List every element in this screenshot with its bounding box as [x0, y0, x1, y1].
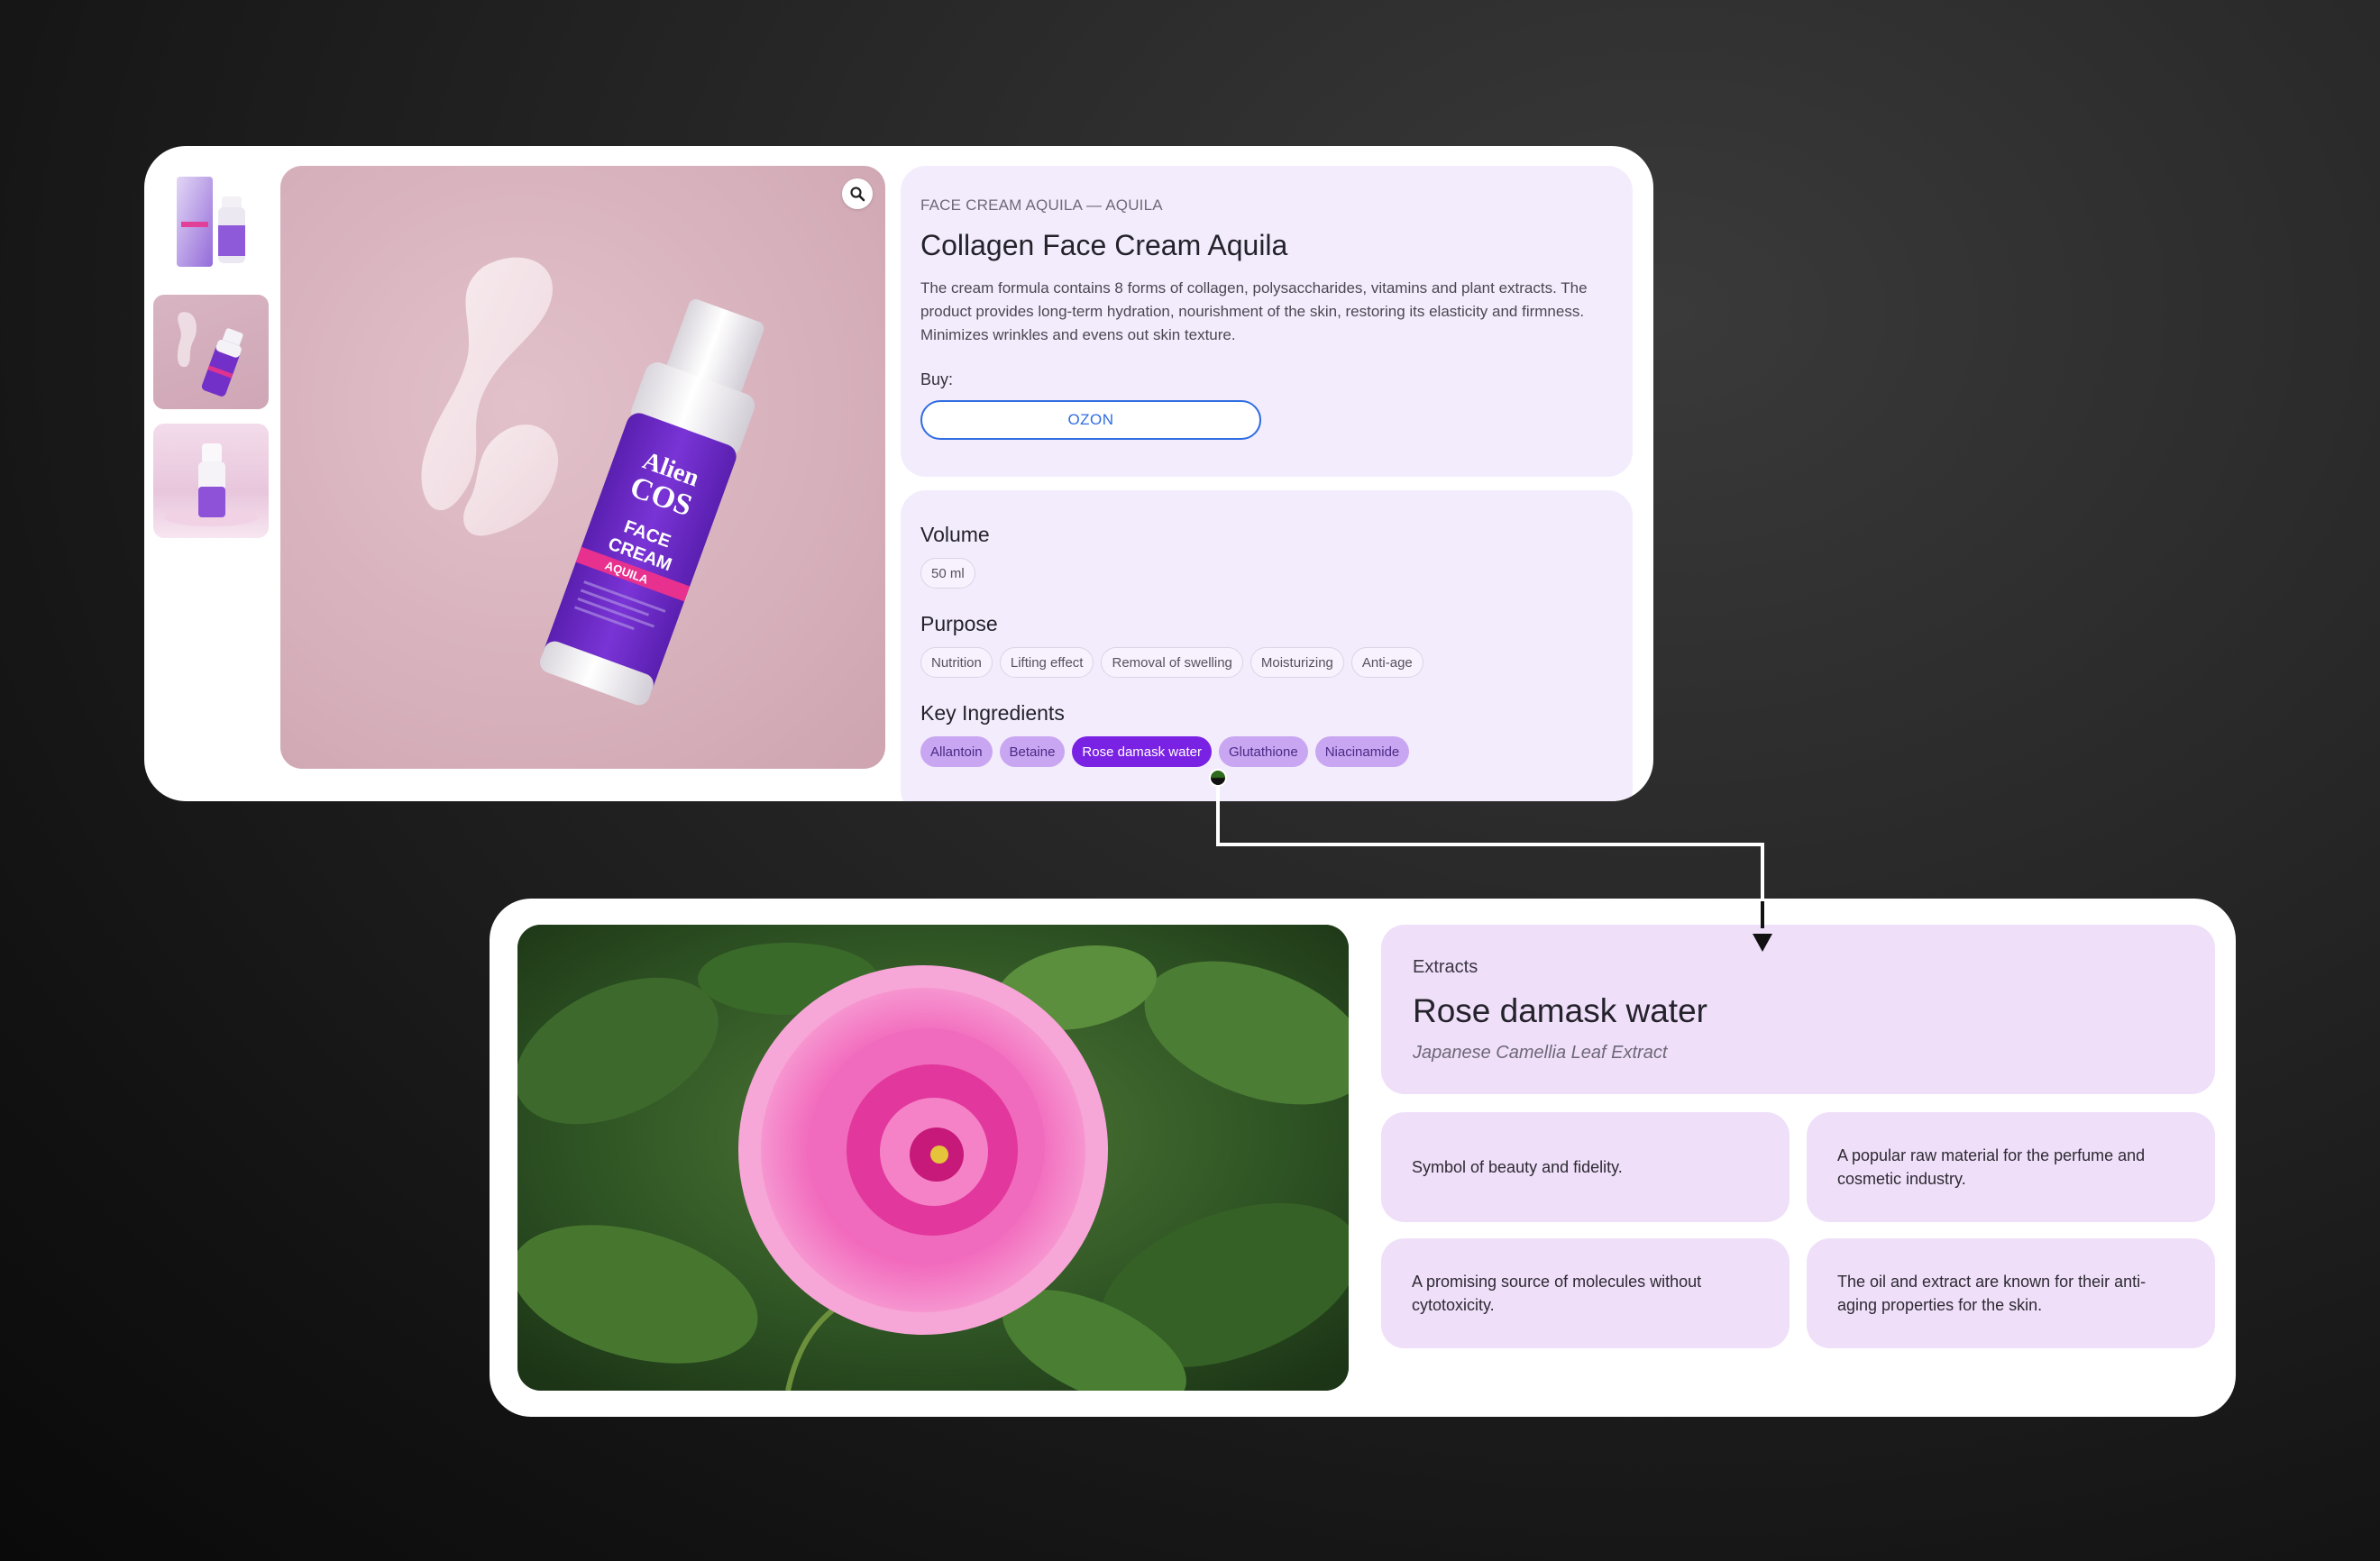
volume-chip[interactable]: 50 ml: [920, 558, 975, 589]
thumbnail-bottle-smear[interactable]: [153, 295, 269, 409]
ingredient-latin-name: Japanese Camellia Leaf Extract: [1413, 1043, 1668, 1063]
fact-card-2: A popular raw material for the perfume a…: [1807, 1112, 2215, 1222]
connector-line-vertical: [1216, 787, 1220, 846]
face-cream-bottle-image: Alien COS FACE CREAM AQUILA: [421, 257, 764, 706]
connector-dot: [1209, 769, 1227, 787]
product-title: Collagen Face Cream Aquila: [920, 229, 1288, 261]
box-and-bottle-image: [177, 177, 245, 267]
ingredient-chip-betaine[interactable]: Betaine: [999, 736, 1066, 767]
purpose-chip-lifting[interactable]: Lifting effect: [999, 647, 1094, 678]
thumbnail-box-and-bottle[interactable]: [153, 166, 269, 280]
thumbnail-list: [153, 166, 269, 552]
purpose-chip-swelling[interactable]: Removal of swelling: [1101, 647, 1243, 678]
ingredient-title: Rose damask water: [1413, 992, 1707, 1029]
ingredient-chip-niacinamide[interactable]: Niacinamide: [1314, 736, 1410, 767]
thumbnail-bottle-pink[interactable]: [153, 424, 269, 538]
bottle-pink-image: [164, 443, 258, 526]
purpose-chip-anti-age[interactable]: Anti-age: [1350, 647, 1423, 678]
connector-line-down-inner: [1761, 901, 1764, 928]
ozon-buy-button[interactable]: OZON: [920, 400, 1261, 440]
purpose-chip-moisturizing[interactable]: Moisturizing: [1250, 647, 1344, 678]
fact-card-4: The oil and extract are known for their …: [1807, 1238, 2215, 1348]
arrow-down-icon: [1753, 934, 1772, 952]
purpose-chip-nutrition[interactable]: Nutrition: [920, 647, 993, 678]
ingredient-chip-glutathione[interactable]: Glutathione: [1218, 736, 1308, 767]
fact-card-1: Symbol of beauty and fidelity.: [1381, 1112, 1790, 1222]
damask-rose-image: [517, 925, 1349, 1391]
fact-card-3: A promising source of molecules without …: [1381, 1238, 1790, 1348]
volume-chips: 50 ml: [920, 558, 1613, 589]
buy-label: Buy:: [920, 370, 954, 388]
volume-title: Volume: [920, 523, 990, 546]
zoom-button[interactable]: [842, 178, 873, 209]
ingredient-chips: Allantoin Betaine Rose damask water Glut…: [920, 736, 1613, 767]
product-card: Alien COS FACE CREAM AQUILA FACE CREAM A…: [144, 146, 1653, 801]
product-info-panel: FACE CREAM AQUILA — AQUILA Collagen Face…: [901, 166, 1633, 477]
ingredient-chip-rose-damask-water[interactable]: Rose damask water: [1072, 736, 1212, 767]
purpose-title: Purpose: [920, 612, 998, 635]
bottle-smear-image: [177, 312, 243, 397]
purpose-chips: Nutrition Lifting effect Removal of swel…: [920, 647, 1613, 678]
breadcrumb[interactable]: FACE CREAM AQUILA — AQUILA: [920, 196, 1613, 215]
ingredient-detail-card: Extracts Rose damask water Japanese Came…: [490, 899, 2236, 1417]
ingredient-header: Extracts Rose damask water Japanese Came…: [1381, 925, 2215, 1094]
key-ingredients-title: Key Ingredients: [920, 701, 1065, 725]
product-attributes-panel: Volume 50 ml Purpose Nutrition Lifting e…: [901, 490, 1633, 801]
product-description: The cream formula contains 8 forms of co…: [920, 279, 1588, 343]
ingredient-chip-allantoin[interactable]: Allantoin: [920, 736, 993, 767]
main-product-photo[interactable]: Alien COS FACE CREAM AQUILA: [280, 166, 885, 769]
magnifier-icon: [850, 187, 865, 202]
ingredient-category: Extracts: [1413, 957, 1478, 977]
rose-photo: [517, 925, 1349, 1391]
connector-line-horizontal: [1216, 843, 1764, 846]
